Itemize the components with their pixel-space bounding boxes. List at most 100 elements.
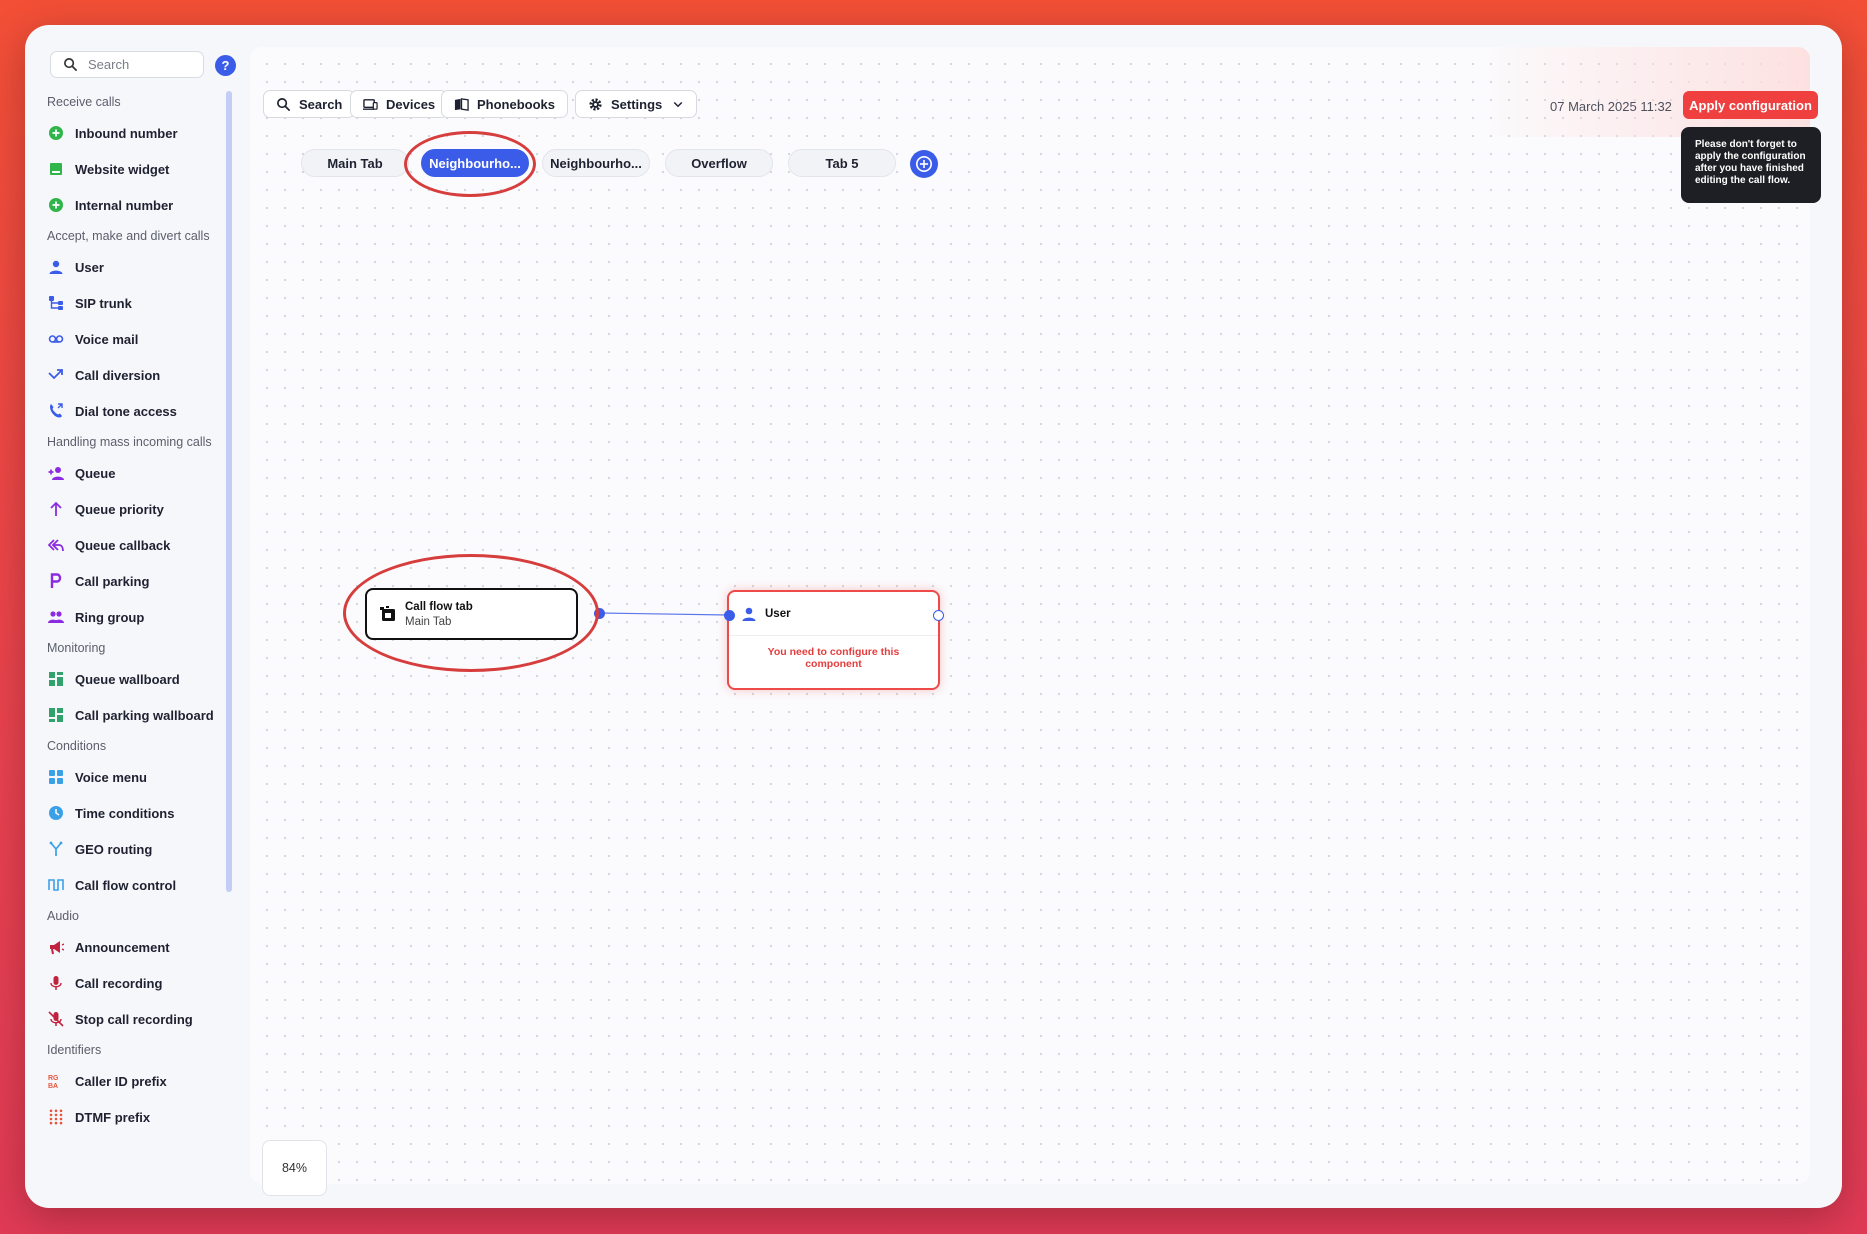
sidebar-search-input[interactable] <box>88 57 188 72</box>
sidebar-item-queue-priority[interactable]: Queue priority <box>25 491 231 527</box>
node-title: User <box>765 607 791 620</box>
sidebar-item-label: Call flow control <box>75 877 177 893</box>
sidebar-scrollbar[interactable] <box>226 91 232 892</box>
sidebar-item-call-parking-wallboard[interactable]: Call parking wallboard <box>25 697 231 733</box>
sidebar-item-label: Inbound number <box>75 125 178 141</box>
grid-icon <box>48 769 64 785</box>
search-icon <box>277 97 290 111</box>
node-output-port[interactable] <box>594 608 605 619</box>
help-button[interactable]: ? <box>215 55 236 76</box>
sidebar-item-geo-routing[interactable]: GEO routing <box>25 831 231 867</box>
sidebar-item-time-conditions[interactable]: Time conditions <box>25 795 231 831</box>
call-flow-tab-icon <box>380 606 395 621</box>
node-output-port[interactable] <box>933 610 944 621</box>
devices-icon <box>363 98 378 110</box>
app-window: ? Receive calls Inbound number Website wid… <box>25 25 1842 1208</box>
call-flow-tab-node[interactable]: Call flow tab Main Tab <box>365 588 578 640</box>
svg-text:RG: RG <box>48 1075 59 1082</box>
zoom-level[interactable]: 84% <box>262 1140 327 1196</box>
group-icon <box>48 609 64 625</box>
search-button-label: Search <box>299 96 343 112</box>
microphone-icon <box>48 975 64 991</box>
sidebar-item-queue-callback[interactable]: Queue callback <box>25 527 231 563</box>
caller-id-icon: RG BA <box>48 1073 64 1089</box>
sidebar-item-label: Internal number <box>75 197 174 213</box>
sidebar-item-label: Queue wallboard <box>75 671 180 687</box>
tab-neighbourhood-1[interactable]: Neighbourho... <box>421 149 529 177</box>
sidebar-item-call-diversion[interactable]: Call diversion <box>25 357 231 393</box>
user-node[interactable]: User You need to configure this componen… <box>727 590 940 690</box>
phonebooks-button[interactable]: Phonebooks <box>441 90 569 118</box>
sidebar-item-call-flow-control[interactable]: Call flow control <box>25 867 231 903</box>
sidebar-item-announcement[interactable]: Announcement <box>25 929 231 965</box>
sidebar-item-label: GEO routing <box>75 841 153 857</box>
dialpad-icon <box>48 1109 64 1125</box>
sidebar-item-label: Voice menu <box>75 769 148 785</box>
sidebar-item-label: Ring group <box>75 609 145 625</box>
sidebar-item-label: Voice mail <box>75 331 139 347</box>
flow-canvas[interactable]: Search Devices Phonebooks Settings 07 Ma… <box>250 47 1821 1196</box>
sidebar-item-label: Stop call recording <box>75 1011 193 1027</box>
sidebar-item-queue[interactable]: Queue <box>25 455 231 491</box>
sidebar-search[interactable] <box>50 51 204 78</box>
tab-overflow[interactable]: Overflow <box>665 149 773 177</box>
dashboard-icon <box>48 707 64 723</box>
sidebar-item-dtmf-prefix[interactable]: DTMF prefix <box>25 1099 231 1135</box>
flow-icon <box>48 877 64 893</box>
add-tab-button[interactable] <box>910 150 938 178</box>
sidebar-item-label: Time conditions <box>75 805 175 821</box>
sidebar-item-user[interactable]: User <box>25 249 231 285</box>
tab-5[interactable]: Tab 5 <box>788 149 896 177</box>
diversion-arrow-icon <box>48 367 64 383</box>
user-icon <box>48 259 64 275</box>
component-sidebar: ? Receive calls Inbound number Website wid… <box>25 25 250 1208</box>
devices-button[interactable]: Devices <box>350 90 449 118</box>
phone-icon <box>48 403 64 419</box>
sidebar-item-inbound-number[interactable]: Inbound number <box>25 115 231 151</box>
sidebar-item-dial-tone-access[interactable]: Dial tone access <box>25 393 231 429</box>
sidebar-item-queue-wallboard[interactable]: Queue wallboard <box>25 661 231 697</box>
sidebar-item-call-parking[interactable]: Call parking <box>25 563 231 599</box>
last-saved-timestamp: 07 March 2025 11:32 <box>1550 99 1672 114</box>
sidebar-item-label: Caller ID prefix <box>75 1073 167 1089</box>
sidebar-item-label: Queue callback <box>75 537 171 553</box>
sidebar-section-title: Handling mass incoming calls <box>47 435 212 449</box>
mic-off-icon <box>48 1011 64 1027</box>
sidebar-item-caller-id-prefix[interactable]: RG BA Caller ID prefix <box>25 1063 231 1099</box>
sidebar-item-label: User <box>75 259 104 275</box>
sidebar-item-internal-number[interactable]: Internal number <box>25 187 231 223</box>
wallboard-icon <box>48 671 64 687</box>
component-list: Receive calls Inbound number Website widge… <box>25 89 231 1135</box>
phonebooks-button-label: Phonebooks <box>477 96 556 112</box>
node-input-port[interactable] <box>724 610 735 621</box>
parking-icon <box>48 573 64 589</box>
plus-circle-icon <box>48 197 64 213</box>
clock-icon <box>48 805 64 821</box>
gear-icon <box>589 97 602 111</box>
sidebar-item-call-recording[interactable]: Call recording <box>25 965 231 1001</box>
sidebar-item-ring-group[interactable]: Ring group <box>25 599 231 635</box>
sidebar-item-voice-mail[interactable]: Voice mail <box>25 321 231 357</box>
sidebar-section-title: Accept, make and divert calls <box>47 229 210 243</box>
devices-button-label: Devices <box>386 96 436 112</box>
sidebar-item-sip-trunk[interactable]: SIP trunk <box>25 285 231 321</box>
tab-neighbourhood-2[interactable]: Neighbourho... <box>542 149 650 177</box>
sidebar-item-label: Call diversion <box>75 367 161 383</box>
sidebar-item-label: Announcement <box>75 939 170 955</box>
apply-configuration-button[interactable]: Apply configuration <box>1683 91 1818 119</box>
add-person-icon <box>48 465 64 481</box>
plus-circle-icon <box>915 155 933 173</box>
sidebar-item-stop-call-recording[interactable]: Stop call recording <box>25 1001 231 1037</box>
megaphone-icon <box>48 939 64 955</box>
sidebar-section-title: Identifiers <box>47 1043 102 1057</box>
apply-reminder-tooltip: Please don't forget to apply the configu… <box>1681 127 1821 203</box>
sidebar-item-website-widget[interactable]: Website widget <box>25 151 231 187</box>
sidebar-item-voice-menu[interactable]: Voice menu <box>25 759 231 795</box>
tab-main[interactable]: Main Tab <box>301 149 409 177</box>
search-button[interactable]: Search <box>263 90 356 118</box>
node-title: Call flow tab <box>405 600 473 613</box>
settings-button-label: Settings <box>611 96 663 112</box>
sidebar-item-label: Call recording <box>75 975 163 991</box>
settings-button[interactable]: Settings <box>575 90 698 118</box>
sidebar-item-label: Queue <box>75 465 116 481</box>
